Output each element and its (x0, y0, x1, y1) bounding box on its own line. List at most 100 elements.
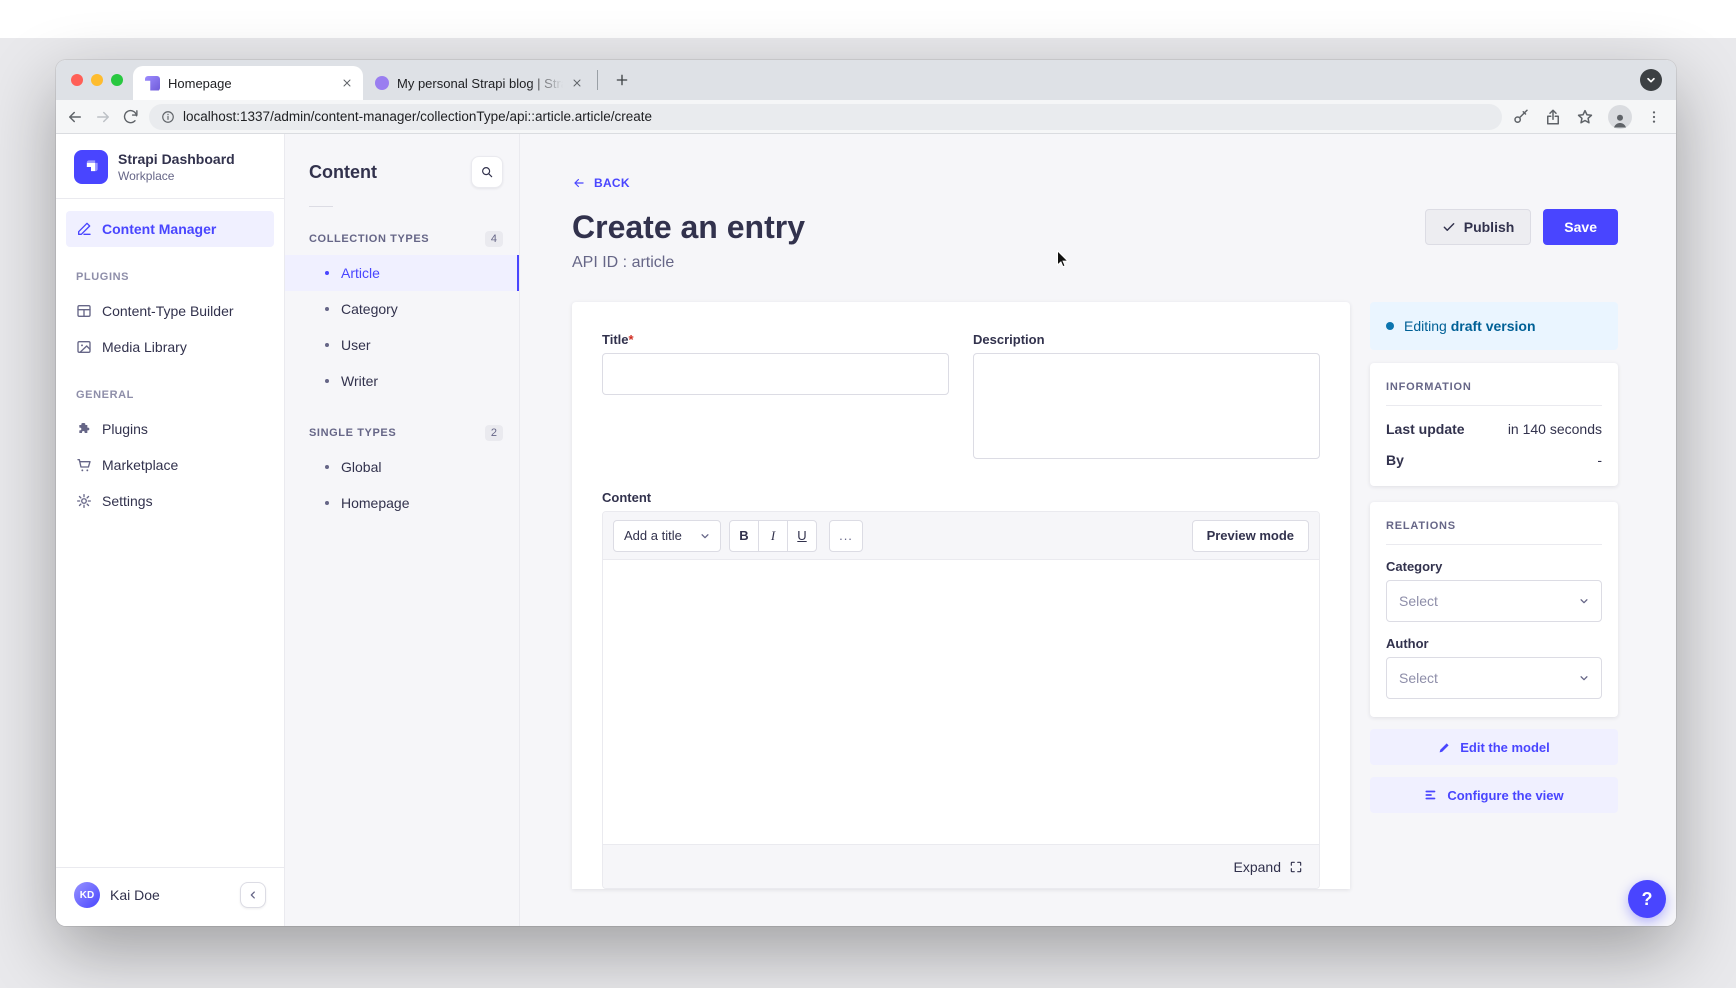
tab-close-icon[interactable] (571, 77, 583, 89)
heading-select-value: Add a title (624, 528, 682, 543)
save-label: Save (1564, 219, 1597, 235)
heading-select[interactable]: Add a title (613, 520, 721, 552)
publish-label: Publish (1464, 219, 1515, 235)
edit-model-button[interactable]: Edit the model (1370, 729, 1618, 765)
sidebar-item-content-type-builder[interactable]: Content-Type Builder (66, 293, 274, 329)
configure-view-label: Configure the view (1447, 788, 1563, 803)
subnav-item-global[interactable]: Global (285, 449, 519, 485)
sidebar-item-label: Marketplace (102, 457, 178, 473)
browser-menu-icon[interactable] (1646, 109, 1662, 125)
back-icon[interactable] (66, 108, 84, 126)
bullet-icon (325, 271, 329, 275)
sidebar-item-marketplace[interactable]: Marketplace (66, 447, 274, 483)
status-emphasis: draft version (1451, 318, 1536, 334)
forward-icon[interactable] (94, 108, 112, 126)
subnav-item-homepage[interactable]: Homepage (285, 485, 519, 521)
tab-strapi-blog[interactable]: My personal Strapi blog | Strap (363, 66, 593, 100)
user-menu[interactable]: KD Kai Doe (56, 868, 284, 926)
avatar: KD (74, 882, 100, 908)
entry-form-card: Title* Description Content (572, 302, 1350, 889)
category-select[interactable]: Select (1386, 580, 1602, 622)
information-title: INFORMATION (1386, 381, 1602, 393)
search-button[interactable] (471, 156, 503, 188)
help-button[interactable]: ? (1628, 880, 1666, 918)
title-field-group: Title* (602, 332, 949, 464)
shopping-cart-icon (76, 457, 92, 473)
collapse-sidebar-button[interactable] (240, 882, 266, 908)
sidebar-item-label: Settings (102, 493, 153, 509)
group-label-single-types: Single Types (309, 427, 396, 439)
divider (1386, 544, 1602, 545)
content-editor-body[interactable] (603, 560, 1319, 844)
minimize-window-button[interactable] (91, 74, 103, 86)
browser-window: Homepage My personal Strapi blog | Strap (56, 60, 1676, 926)
close-window-button[interactable] (71, 74, 83, 86)
content-label: Content (602, 490, 1320, 505)
reload-icon[interactable] (122, 108, 139, 125)
preview-mode-button[interactable]: Preview mode (1192, 520, 1309, 552)
status-prefix: Editing (1404, 318, 1447, 334)
bullet-icon (325, 501, 329, 505)
bookmark-star-icon[interactable] (1576, 108, 1594, 126)
strapi-admin: Strapi Dashboard Workplace Content Manag… (56, 134, 1676, 926)
by-row: By - (1386, 452, 1602, 468)
profile-avatar-icon[interactable] (1608, 105, 1632, 129)
list-settings-icon (1424, 788, 1438, 802)
subnav-item-writer[interactable]: Writer (285, 363, 519, 399)
tab-search-button[interactable] (1640, 69, 1662, 91)
subnav-item-category[interactable]: Category (285, 291, 519, 327)
expand-editor-button[interactable]: Expand (603, 844, 1319, 888)
save-button[interactable]: Save (1543, 209, 1618, 245)
back-link[interactable]: Back (572, 176, 630, 190)
subnav-item-article[interactable]: Article (285, 255, 519, 291)
title-input[interactable] (602, 353, 949, 395)
sidebar-item-media-library[interactable]: Media Library (66, 329, 274, 365)
blog-favicon (375, 76, 389, 90)
author-label: Author (1386, 636, 1602, 651)
desktop-background (0, 0, 1736, 38)
italic-button[interactable]: I (758, 520, 788, 552)
share-icon[interactable] (1544, 108, 1562, 126)
author-select[interactable]: Select (1386, 657, 1602, 699)
bold-button[interactable]: B (729, 520, 759, 552)
title-label: Title* (602, 332, 949, 347)
content-field-group: Content Add a title B I U (602, 490, 1320, 889)
divider (1386, 405, 1602, 406)
info-label: Last update (1386, 421, 1465, 437)
collection-types-count-badge: 4 (485, 231, 503, 247)
sidebar-item-label: Media Library (102, 339, 187, 355)
sidebar-item-settings[interactable]: Settings (66, 483, 274, 519)
address-bar[interactable]: localhost:1337/admin/content-manager/col… (149, 104, 1502, 130)
tab-close-icon[interactable] (341, 77, 353, 89)
information-card: INFORMATION Last update in 140 seconds B… (1370, 363, 1618, 486)
tab-strip: Homepage My personal Strapi blog | Strap (56, 60, 1676, 100)
more-formatting-button[interactable]: ... (829, 520, 863, 552)
zoom-window-button[interactable] (111, 74, 123, 86)
publish-button[interactable]: Publish (1425, 209, 1532, 245)
info-label: By (1386, 452, 1404, 468)
sidebar-item-content-manager[interactable]: Content Manager (66, 211, 274, 247)
author-select-value: Select (1399, 670, 1438, 686)
password-key-icon[interactable] (1512, 108, 1530, 126)
workspace-brand[interactable]: Strapi Dashboard Workplace (56, 134, 284, 198)
underline-button[interactable]: U (787, 520, 817, 552)
sidebar-item-label: Content Manager (102, 221, 216, 237)
bullet-icon (325, 343, 329, 347)
info-value: - (1597, 452, 1602, 468)
subnav-item-label: Global (341, 459, 381, 475)
subnav-item-label: Category (341, 301, 398, 317)
info-value: in 140 seconds (1508, 421, 1602, 437)
configure-view-button[interactable]: Configure the view (1370, 777, 1618, 813)
description-textarea[interactable] (973, 353, 1320, 459)
tab-separator (597, 70, 598, 90)
expand-label: Expand (1234, 859, 1281, 875)
subnav-item-user[interactable]: User (285, 327, 519, 363)
subnav-item-label: Article (341, 265, 380, 281)
main-navigation: Strapi Dashboard Workplace Content Manag… (56, 134, 285, 926)
new-tab-button[interactable] (610, 68, 634, 92)
layout-grid-icon (76, 303, 92, 319)
site-info-icon[interactable] (161, 110, 175, 124)
sidebar-item-plugins[interactable]: Plugins (66, 411, 274, 447)
tab-homepage[interactable]: Homepage (133, 66, 363, 100)
gear-icon (76, 493, 92, 509)
